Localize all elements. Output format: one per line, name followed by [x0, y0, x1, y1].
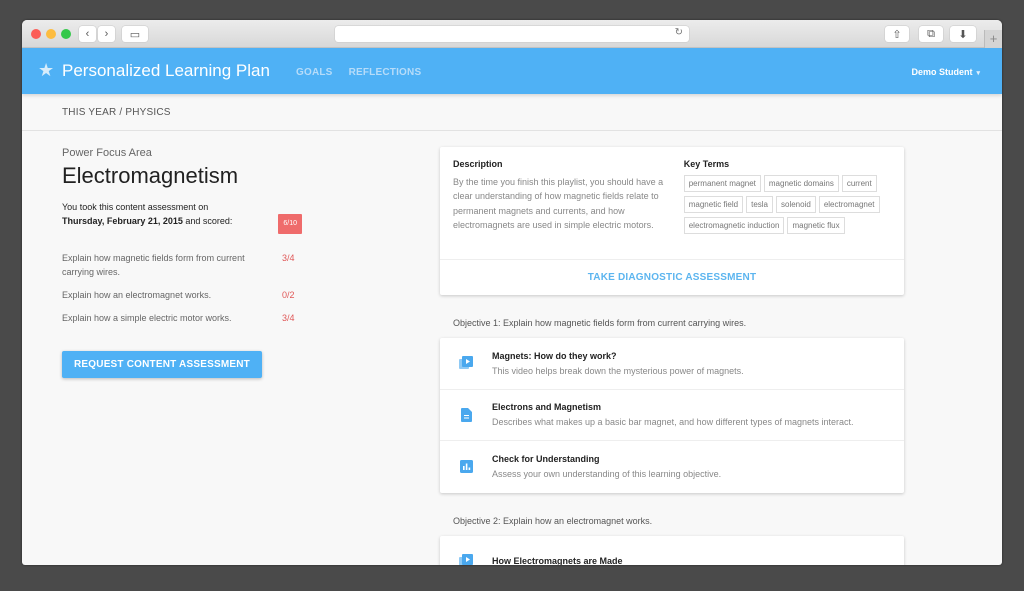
resource-title: Magnets: How do they work?: [492, 350, 617, 361]
objective-text: Explain how magnetic fields form from cu…: [62, 253, 245, 277]
focus-kicker: Power Focus Area: [62, 147, 152, 159]
user-menu[interactable]: Demo Student ▾: [911, 67, 980, 77]
objective-score-row: Explain how an electromagnet works. 0/2: [62, 288, 302, 302]
objective-score: 3/4: [282, 313, 295, 323]
description-heading: Description: [453, 159, 503, 169]
objective-score: 3/4: [282, 253, 295, 263]
forward-button[interactable]: ›: [98, 26, 115, 42]
key-terms-section: Key Terms permanent magnet magnetic domai…: [683, 159, 891, 249]
objective-heading: Objective 1: Explain how magnetic fields…: [453, 318, 747, 328]
document-icon: [440, 407, 492, 422]
objective-score-row: Explain how magnetic fields form from cu…: [62, 251, 302, 279]
resource-subtitle: Describes what makes up a basic bar magn…: [492, 417, 854, 428]
app-title[interactable]: Personalized Learning Plan: [62, 61, 270, 81]
resource-item[interactable]: Check for Understanding Assess your own u…: [440, 441, 904, 493]
resource-title: How Electromagnets are Made: [492, 556, 623, 565]
caret-down-icon: ▾: [976, 70, 980, 77]
page-title: Electromagnetism: [62, 163, 239, 188]
key-term-tag[interactable]: current: [841, 175, 877, 192]
assessment-summary: You took this content assessment on Thur…: [62, 200, 302, 234]
back-button[interactable]: ‹: [79, 26, 96, 42]
key-term-tag[interactable]: tesla: [746, 196, 773, 213]
description-text: By the time you finish this playlist, yo…: [453, 177, 664, 230]
key-term-tag[interactable]: magnetic domains: [763, 175, 839, 192]
share-icon: ⇧: [892, 28, 902, 41]
resource-item[interactable]: Electrons and Magnetism Describes what ma…: [440, 390, 904, 441]
focus-area-panel: Power Focus Area Electromagnetism You to…: [62, 147, 302, 378]
nav-reflections[interactable]: REFLECTIONS: [349, 67, 422, 78]
sidebar-icon: ▭: [129, 28, 141, 41]
key-term-tag[interactable]: solenoid: [776, 196, 816, 213]
resource-title: Electrons and Magnetism: [492, 402, 602, 413]
browser-toolbar: ‹ › ▭ ↻ ⇧ ⧉ ⬇ +: [22, 20, 1002, 48]
plus-icon: +: [989, 31, 998, 46]
take-diagnostic-assessment-button[interactable]: TAKE DIAGNOSTIC ASSESSMENT: [440, 259, 904, 295]
video-library-icon: [440, 356, 492, 370]
reload-icon[interactable]: ↻: [675, 27, 683, 38]
zoom-window-button[interactable]: [61, 29, 71, 39]
objective-scores: Explain how magnetic fields form from cu…: [62, 251, 302, 325]
tabs-icon: ⧉: [927, 27, 935, 40]
app-header: ★ Personalized Learning Plan GOALS REFLE…: [22, 48, 1002, 94]
chevron-right-icon: ›: [104, 28, 109, 40]
resource-title: Check for Understanding: [492, 454, 600, 465]
objective-resources-card: How Electromagnets are Made: [440, 535, 904, 565]
key-term-tag[interactable]: magnetic field: [683, 196, 744, 213]
key-term-tag[interactable]: electromagnetic induction: [683, 217, 785, 234]
chart-icon: [440, 460, 492, 474]
close-window-button[interactable]: [31, 29, 41, 39]
key-terms-list: permanent magnet magnetic domains current m…: [683, 175, 891, 234]
assessment-date: Thursday, February 21, 2015: [62, 216, 183, 226]
address-bar[interactable]: ↻: [335, 26, 689, 42]
window-controls: [31, 29, 71, 39]
key-terms-heading: Key Terms: [683, 159, 730, 169]
browser-window: ‹ › ▭ ↻ ⇧ ⧉ ⬇ + ★ Personalized Learning …: [22, 20, 1002, 565]
objective-score-row: Explain how a simple electric motor work…: [62, 311, 302, 325]
user-name: Demo Student: [911, 67, 973, 77]
resource-subtitle: This video helps break down the mysterio…: [492, 365, 744, 376]
download-icon: ⬇: [958, 28, 968, 41]
share-button[interactable]: ⇧: [885, 26, 909, 42]
assessment-suffix: and scored:: [182, 216, 233, 226]
description-card: Description By the time you finish this …: [440, 147, 904, 295]
objective-text: Explain how a simple electric motor work…: [62, 313, 232, 323]
video-library-icon: [440, 554, 492, 565]
score-badge: 6/10: [278, 214, 302, 234]
request-content-assessment-button[interactable]: REQUEST CONTENT ASSESSMENT: [62, 351, 262, 378]
minimize-window-button[interactable]: [46, 29, 56, 39]
tabs-overview-button[interactable]: ⧉: [919, 26, 943, 42]
sidebar-toggle-button[interactable]: ▭: [122, 26, 148, 42]
key-term-tag[interactable]: magnetic flux: [787, 217, 845, 234]
objective-heading: Objective 2: Explain how an electromagne…: [453, 515, 653, 526]
objective-score: 0/2: [282, 290, 295, 300]
chevron-left-icon: ‹: [85, 28, 90, 40]
new-tab-button[interactable]: +: [984, 30, 1002, 48]
resource-item[interactable]: Magnets: How do they work? This video hel…: [440, 338, 904, 390]
resource-item[interactable]: How Electromagnets are Made: [440, 536, 904, 565]
objective-text: Explain how an electromagnet works.: [62, 290, 212, 300]
assessment-prefix: You took this content assessment on: [62, 202, 209, 212]
key-term-tag[interactable]: electromagnet: [818, 196, 880, 213]
logo-star-icon: ★: [38, 60, 55, 80]
description-section: Description By the time you finish this …: [453, 159, 684, 249]
objective-resources-card: Magnets: How do they work? This video hel…: [440, 338, 904, 493]
key-term-tag[interactable]: permanent magnet: [683, 175, 761, 192]
resource-subtitle: Assess your own understanding of this le…: [492, 469, 722, 480]
downloads-button[interactable]: ⬇: [950, 26, 976, 42]
breadcrumb: THIS YEAR / PHYSICS: [22, 94, 1002, 131]
main-nav: GOALS REFLECTIONS: [296, 67, 421, 78]
playlist-panel: Description By the time you finish this …: [440, 147, 904, 565]
nav-goals[interactable]: GOALS: [296, 67, 333, 78]
